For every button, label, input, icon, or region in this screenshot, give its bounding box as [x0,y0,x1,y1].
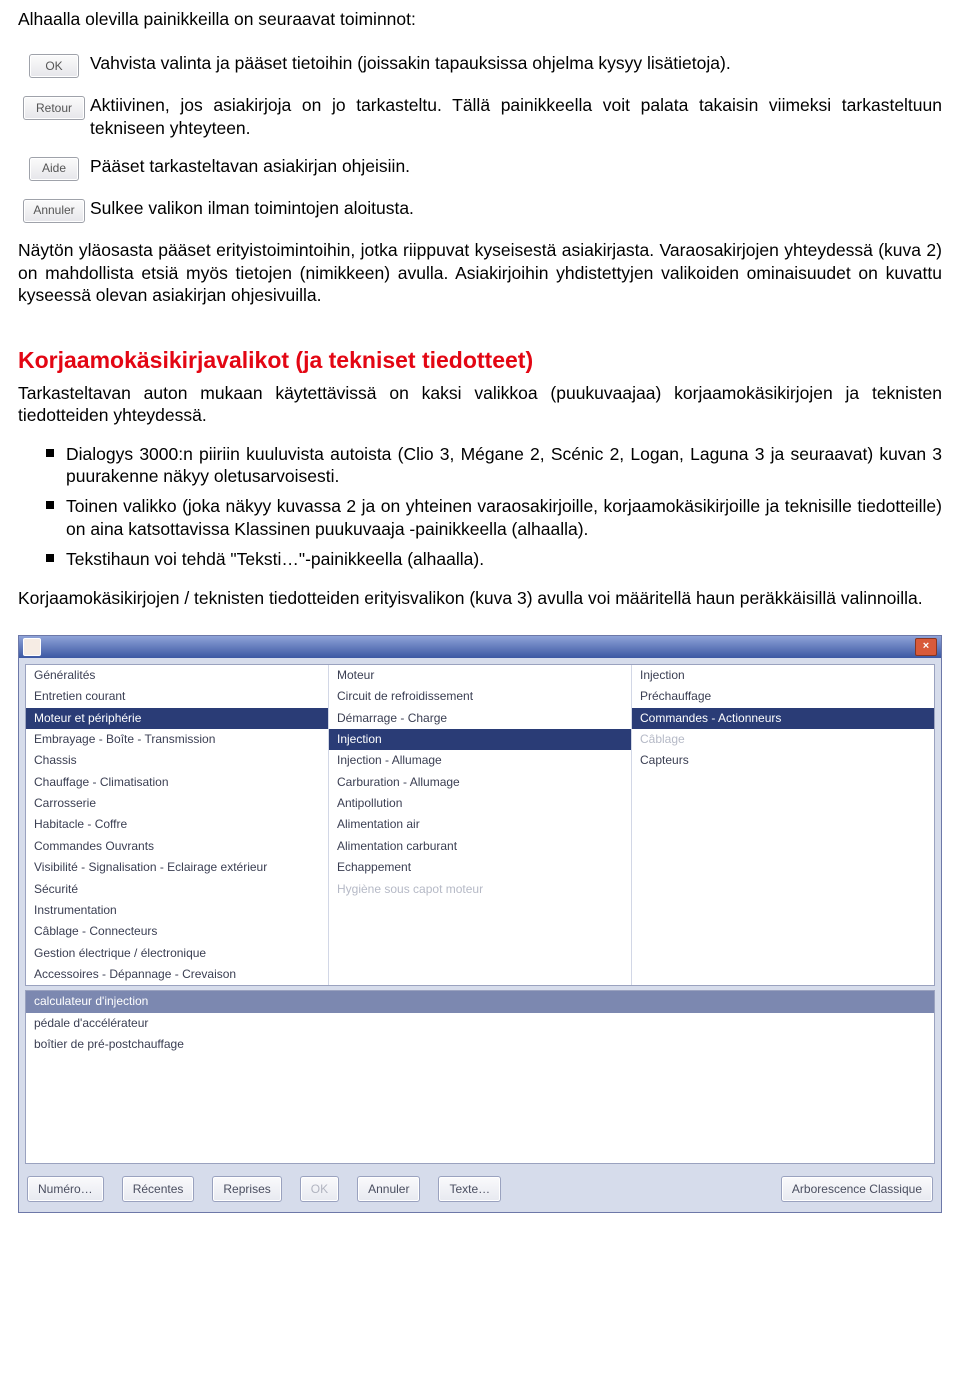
reprises-button[interactable]: Reprises [212,1176,281,1202]
bullet-item: Toinen valikko (joka näkyy kuvassa 2 ja … [18,491,942,544]
closing-para: Korjaamokäsikirjojen / teknisten tiedott… [18,587,942,609]
arbo-classique-button[interactable]: Arborescence Classique [781,1176,933,1202]
aide-desc: Pääset tarkasteltavan asiakirjan ohjeisi… [90,155,942,181]
ok-button[interactable]: OK [29,54,79,78]
result-item[interactable]: calculateur d'injection [26,991,934,1012]
dialog-window: × GénéralitésEntretien courantMoteur et … [18,635,942,1213]
recentes-button[interactable]: Récentes [122,1176,195,1202]
tree-item[interactable]: Instrumentation [26,900,328,921]
result-item[interactable]: pédale d'accélérateur [26,1013,934,1034]
tree-item[interactable]: Démarrage - Charge [329,708,631,729]
intro-line: Alhaalla olevilla painikkeilla on seuraa… [18,8,942,30]
tree-item[interactable]: Entretien courant [26,686,328,707]
tree-item[interactable]: Gestion électrique / électronique [26,943,328,964]
tree-item[interactable]: Moteur et périphérie [26,708,328,729]
section-heading: Korjaamokäsikirjavalikot (ja tekniset ti… [18,346,942,375]
tree-item[interactable]: Habitacle - Coffre [26,814,328,835]
tree-item[interactable]: Injection - Allumage [329,750,631,771]
tree-col-2[interactable]: MoteurCircuit de refroidissementDémarrag… [329,665,632,985]
tree-item[interactable]: Commandes - Actionneurs [632,708,934,729]
annuler-desc: Sulkee valikon ilman toimintojen aloitus… [90,197,942,223]
tree-item[interactable]: Circuit de refroidissement [329,686,631,707]
bullet-item: Dialogys 3000:n piiriin kuuluvista autoi… [18,439,942,492]
tree-item[interactable]: Commandes Ouvrants [26,836,328,857]
tree-item[interactable]: Embrayage - Boîte - Transmission [26,729,328,750]
result-list[interactable]: calculateur d'injectionpédale d'accéléra… [25,990,935,1164]
tree-panes: GénéralitésEntretien courantMoteur et pé… [25,664,935,986]
tree-item[interactable]: Capteurs [632,750,934,771]
tree-item[interactable]: Echappement [329,857,631,878]
tree-item[interactable]: Visibilité - Signalisation - Eclairage e… [26,857,328,878]
tree-col-1[interactable]: GénéralitésEntretien courantMoteur et pé… [26,665,329,985]
tree-col-3[interactable]: InjectionPréchauffageCommandes - Actionn… [632,665,934,985]
annuler-toolbar-button[interactable]: Annuler [357,1176,420,1202]
close-button[interactable]: × [915,638,937,656]
tree-item[interactable]: Câblage - Connecteurs [26,921,328,942]
result-item[interactable]: boîtier de pré-postchauffage [26,1034,934,1055]
app-icon [23,638,41,656]
tree-item[interactable]: Alimentation carburant [329,836,631,857]
tree-item[interactable]: Câblage [632,729,934,750]
tree-item[interactable]: Sécurité [26,879,328,900]
tree-item[interactable]: Préchauffage [632,686,934,707]
tree-item[interactable]: Hygiène sous capot moteur [329,879,631,900]
tree-item[interactable]: Carrosserie [26,793,328,814]
bottom-toolbar: Numéro… Récentes Reprises OK Annuler Tex… [19,1170,941,1212]
section-intro: Tarkasteltavan auton mukaan käytettäviss… [18,382,942,427]
tree-item[interactable]: Accessoires - Dépannage - Crevaison [26,964,328,985]
retour-button[interactable]: Retour [23,96,85,120]
bullet-list: Dialogys 3000:n piiriin kuuluvista autoi… [18,439,942,575]
texte-button[interactable]: Texte… [438,1176,501,1202]
tree-item[interactable]: Injection [329,729,631,750]
mid-paragraph: Näytön yläosasta pääset erityistoimintoi… [18,239,942,306]
aide-button[interactable]: Aide [29,157,79,181]
tree-item[interactable]: Chauffage - Climatisation [26,772,328,793]
retour-desc: Aktiivinen, jos asiakirjoja on jo tarkas… [90,94,942,139]
tree-item[interactable]: Chassis [26,750,328,771]
annuler-button[interactable]: Annuler [23,199,85,223]
tree-item[interactable]: Moteur [329,665,631,686]
title-bar: × [19,636,941,658]
tree-item[interactable]: Généralités [26,665,328,686]
ok-desc: Vahvista valinta ja pääset tietoihin (jo… [90,52,942,78]
numero-button[interactable]: Numéro… [27,1176,104,1202]
tree-item[interactable]: Alimentation air [329,814,631,835]
tree-item[interactable]: Injection [632,665,934,686]
ok-toolbar-button[interactable]: OK [300,1176,339,1202]
tree-item[interactable]: Carburation - Allumage [329,772,631,793]
bullet-item: Tekstihaun voi tehdä "Teksti…"-painikkee… [18,544,942,574]
tree-item[interactable]: Antipollution [329,793,631,814]
